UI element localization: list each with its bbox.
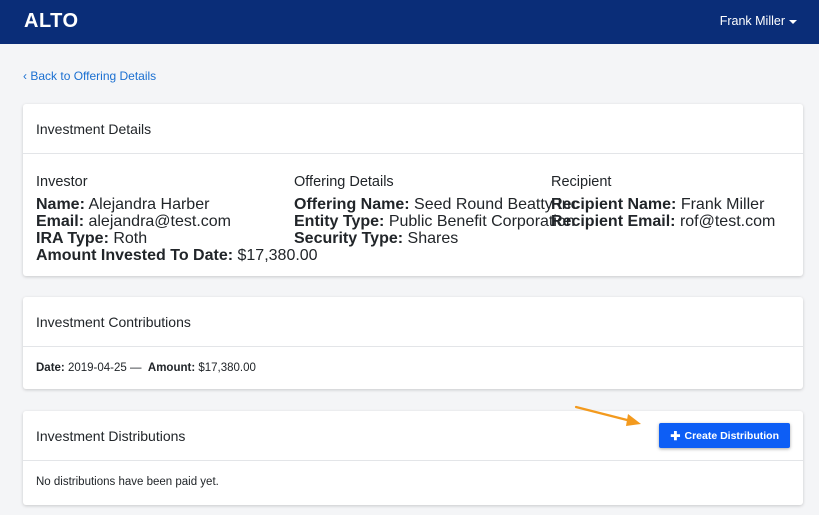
field-label: Offering Name: [294,196,410,213]
field-label: Entity Type: [294,213,385,230]
field-label: Recipient Email: [551,213,676,230]
create-distribution-label: Create Distribution [684,429,779,442]
create-distribution-button[interactable]: ✚ Create Distribution [659,423,790,448]
contributions-title: Investment Contributions [36,313,191,330]
caret-down-icon [789,19,797,24]
investment-details-title: Investment Details [36,120,152,137]
user-name: Frank Miller [719,14,785,28]
offering-name-row: Offering Name: Seed Round Beatty Inc [294,196,579,213]
field-label: Amount Invested To Date: [36,247,234,264]
date-label: Date: [36,362,65,374]
empty-message: No distributions have been paid yet. [36,476,219,488]
investor-heading: Investor [36,174,88,190]
alto-logo[interactable]: ALTO [24,10,79,33]
annotation-arrow-icon [574,405,641,426]
field-label: Recipient Name: [551,196,677,213]
investor-email-row: Email: alejandra@test.com [36,213,318,230]
plus-icon: ✚ [670,428,681,443]
separator: — [130,362,142,374]
recipient-email-row: Recipient Email: rof@test.com [551,213,775,230]
field-value: Shares [407,230,459,247]
investment-distributions-card: Investment Distributions ✚ Create Distri… [23,411,803,505]
field-value: rof@test.com [679,213,776,230]
chevron-left-icon: ‹ [23,69,27,83]
amount-label: Amount: [147,362,196,374]
field-label: Name: [36,196,85,213]
back-to-offering-link[interactable]: ‹ Back to Offering Details [23,69,156,83]
field-value: Public Benefit Corporation [388,213,575,230]
investor-ira-row: IRA Type: Roth [36,230,318,247]
field-value: Roth [113,230,148,247]
amount-value: $17,380.00 [198,362,256,374]
field-label: IRA Type: [36,230,109,247]
field-value: $17,380.00 [237,247,318,264]
user-menu-dropdown[interactable]: Frank Miller [720,14,797,28]
distributions-header: Investment Distributions ✚ Create Distri… [23,411,803,461]
back-link-label: Back to Offering Details [30,69,157,83]
field-value: alejandra@test.com [88,213,231,230]
investment-details-header: Investment Details [23,104,803,154]
entity-type-row: Entity Type: Public Benefit Corporation [294,213,579,230]
offering-heading: Offering Details [294,174,394,190]
contributions-header: Investment Contributions [23,297,803,347]
distributions-title: Investment Distributions [36,427,186,444]
investor-section: Investor Name: Alejandra Harber Email: a… [36,174,318,264]
contribution-row: Date: 2019-04-25 — Amount: $17,380.00 [23,347,803,374]
field-label: Security Type: [294,230,404,247]
recipient-name-row: Recipient Name: Frank Miller [551,196,775,213]
offering-section: Offering Details Offering Name: Seed Rou… [294,174,579,247]
investment-contributions-card: Investment Contributions Date: 2019-04-2… [23,297,803,389]
investor-name-row: Name: Alejandra Harber [36,196,318,213]
investor-amount-row: Amount Invested To Date: $17,380.00 [36,247,318,264]
recipient-section: Recipient Recipient Name: Frank Miller R… [551,174,775,230]
field-value: Frank Miller [680,196,765,213]
security-type-row: Security Type: Shares [294,230,579,247]
field-value: Alejandra Harber [88,196,210,213]
top-navbar: ALTO Frank Miller [0,0,819,44]
recipient-heading: Recipient [551,174,612,190]
date-value: 2019-04-25 [67,362,127,374]
field-label: Email: [36,213,85,230]
investment-details-card: Investment Details Investor Name: Alejan… [23,104,803,276]
distributions-empty-state: No distributions have been paid yet. [23,461,803,488]
